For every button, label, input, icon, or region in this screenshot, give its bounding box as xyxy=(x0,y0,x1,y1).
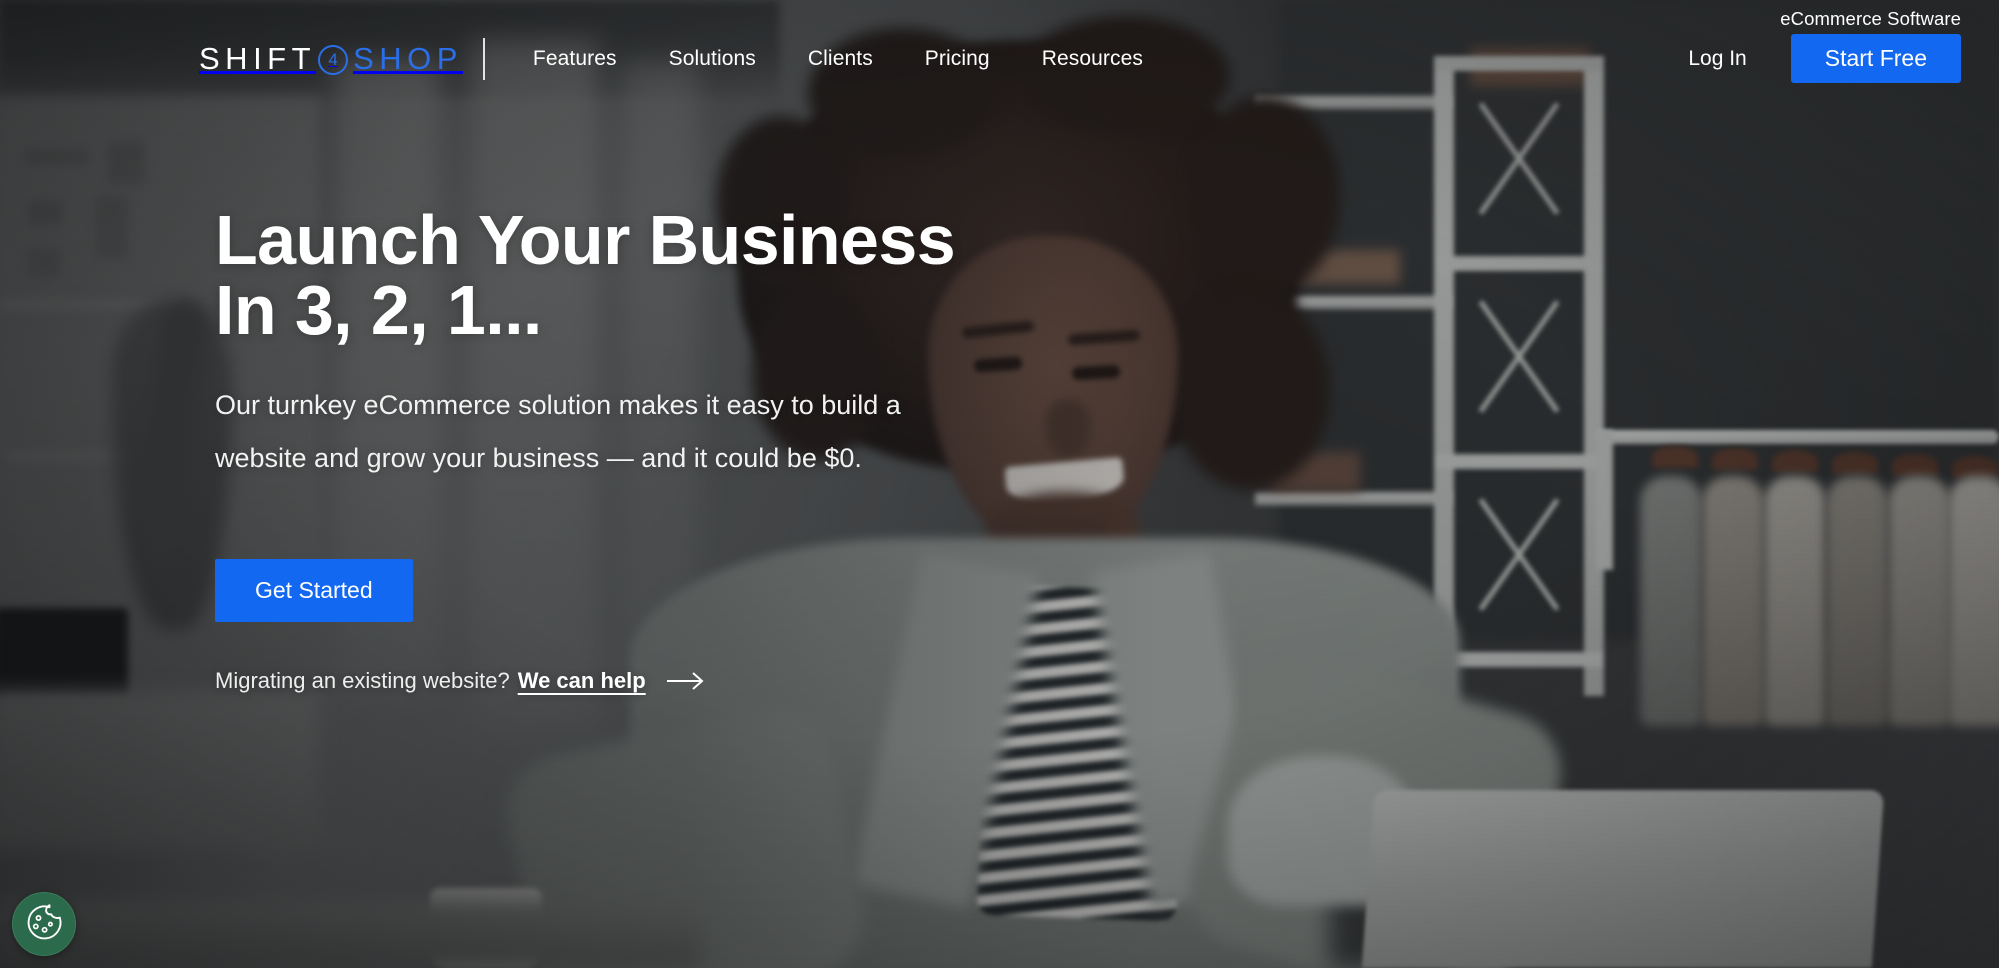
get-started-button[interactable]: Get Started xyxy=(215,558,413,622)
header-nav-row: SHIFT 4 SHOP Features Solutions Clients Pr… xyxy=(0,34,1999,83)
migration-prompt: Migrating an existing website? We can he… xyxy=(215,668,1035,694)
login-link[interactable]: Log In xyxy=(1688,47,1746,71)
logo-shift-text: SHIFT xyxy=(199,41,317,76)
site-logo[interactable]: SHIFT 4 SHOP xyxy=(199,41,463,76)
ecommerce-software-tagline: eCommerce Software xyxy=(1780,8,1961,29)
hero-subheadline: Our turnkey eCommerce solution makes it … xyxy=(215,390,901,474)
logo-four-badge-icon: 4 xyxy=(318,44,349,75)
header-tagline-row: eCommerce Software xyxy=(1780,8,1961,30)
we-can-help-link[interactable]: We can help xyxy=(518,668,646,694)
site-header: eCommerce Software SHIFT 4 SHOP Features S… xyxy=(0,0,1999,104)
cookie-preferences-button[interactable] xyxy=(12,892,76,956)
logo-text: SHIFT 4 SHOP xyxy=(199,41,463,76)
start-free-button[interactable]: Start Free xyxy=(1790,34,1961,83)
nav-item-features[interactable]: Features xyxy=(507,47,643,71)
logo-shop-text: SHOP xyxy=(353,41,463,76)
nav-item-solutions[interactable]: Solutions xyxy=(643,47,782,71)
hero-headline: Launch Your Business In 3, 2, 1... xyxy=(215,205,1035,345)
hero-section: eCommerce Software SHIFT 4 SHOP Features S… xyxy=(0,0,1999,968)
migration-prompt-text: Migrating an existing website? xyxy=(215,667,510,693)
nav-item-pricing[interactable]: Pricing xyxy=(899,47,1016,71)
nav-item-resources[interactable]: Resources xyxy=(1016,47,1169,71)
nav-item-clients[interactable]: Clients xyxy=(782,47,899,71)
cookie-icon xyxy=(23,902,65,947)
hero-headline-line-2: In 3, 2, 1... xyxy=(215,271,542,349)
header-auth-group: Log In Start Free xyxy=(1688,34,1961,83)
hero-content: Launch Your Business In 3, 2, 1... Our t… xyxy=(215,205,1035,694)
header-divider xyxy=(482,37,485,80)
arrow-right-icon xyxy=(666,671,706,691)
main-navigation: Features Solutions Clients Pricing Resou… xyxy=(507,47,1169,71)
hero-headline-line-1: Launch Your Business xyxy=(215,201,956,279)
